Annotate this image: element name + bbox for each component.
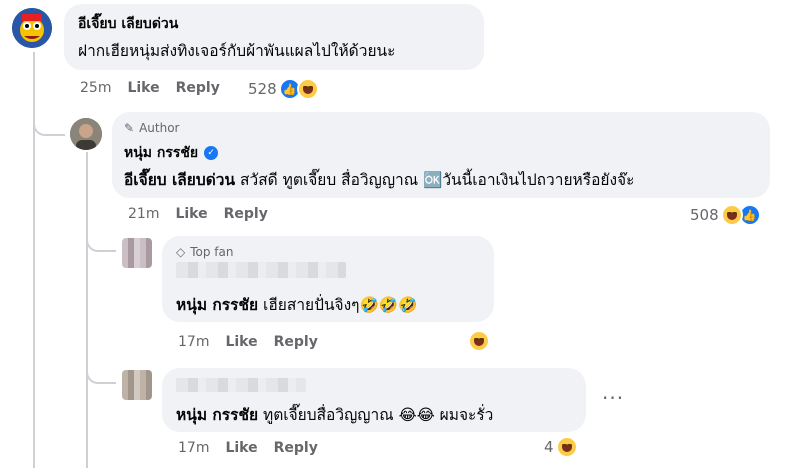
reply-button[interactable]: Reply bbox=[274, 440, 318, 456]
haha-reaction-icon bbox=[720, 204, 743, 226]
like-button[interactable]: Like bbox=[225, 440, 257, 456]
thread-line-reply1 bbox=[86, 152, 88, 468]
more-options-button[interactable]: ··· bbox=[602, 386, 624, 410]
reply-author[interactable]: หนุ่ม กรรชัย bbox=[124, 142, 198, 164]
avatar[interactable] bbox=[12, 8, 52, 48]
reaction-summary[interactable]: 528 👍 bbox=[248, 78, 319, 100]
redacted-name bbox=[176, 378, 306, 392]
haha-reaction-icon bbox=[468, 330, 490, 352]
like-button[interactable]: Like bbox=[175, 206, 207, 222]
blurred-avatar bbox=[122, 370, 152, 400]
comment-actions: 25m Like Reply bbox=[80, 80, 220, 96]
mention-link[interactable]: หนุ่ม กรรชัย bbox=[176, 406, 258, 424]
reply-actions: 17m Like Reply bbox=[178, 440, 318, 456]
reply-body: เฮียสายปั่นจิงๆ🤣🤣🤣 bbox=[263, 296, 418, 314]
cartoon-avatar-icon bbox=[12, 8, 52, 48]
verified-badge-icon: ✓ bbox=[204, 146, 219, 160]
reaction-summary[interactable]: 508 👍 bbox=[690, 204, 761, 226]
pencil-icon: ✎ bbox=[124, 121, 135, 135]
like-button[interactable]: Like bbox=[225, 334, 257, 350]
reaction-count: 528 bbox=[248, 80, 277, 98]
haha-reaction-icon bbox=[555, 436, 578, 458]
comment-bubble: อีเจี๊ยบ เลียบด่วน ฝากเฮียหนุ่มส่งทิงเจอ… bbox=[64, 4, 484, 70]
reply-text: อีเจี๊ยบ เลียบด่วน สวัสดี ทูตเจี๊ยบ สื่อ… bbox=[124, 167, 634, 192]
comment-time[interactable]: 25m bbox=[80, 80, 111, 96]
reply-text: หนุ่ม กรรชัย เฮียสายปั่นจิงๆ🤣🤣🤣 bbox=[176, 292, 417, 317]
avatar[interactable] bbox=[122, 238, 152, 268]
author-badge: ✎ Author bbox=[124, 121, 179, 135]
reply-time[interactable]: 17m bbox=[178, 440, 209, 456]
comment-text: ฝากเฮียหนุ่มส่งทิงเจอร์กับผ้าพันแผลไปให้… bbox=[78, 42, 396, 60]
haha-reaction-icon bbox=[296, 78, 319, 100]
reply-time[interactable]: 17m bbox=[178, 334, 209, 350]
reaction-summary[interactable] bbox=[468, 330, 490, 352]
reply-author-row: หนุ่ม กรรชัย ✓ bbox=[124, 142, 219, 164]
avatar[interactable] bbox=[70, 118, 102, 150]
reply-button[interactable]: Reply bbox=[224, 206, 268, 222]
reply-text: หนุ่ม กรรชัย ทูตเจี๊ยบสื่อวิญญาณ 😂😂 ผมจะ… bbox=[176, 402, 493, 427]
mention-link[interactable]: อีเจี๊ยบ เลียบด่วน bbox=[124, 171, 235, 189]
reply-time[interactable]: 21m bbox=[128, 206, 159, 222]
thread-elbow-reply1 bbox=[33, 110, 65, 136]
reply-button[interactable]: Reply bbox=[274, 334, 318, 350]
reply-button[interactable]: Reply bbox=[176, 80, 220, 96]
reply-body: สวัสดี ทูตเจี๊ยบ สื่อวิญญาณ 🆗วันนี้เอาเง… bbox=[240, 171, 635, 189]
diamond-icon: ◇ bbox=[176, 245, 186, 259]
like-button[interactable]: Like bbox=[127, 80, 159, 96]
reaction-summary[interactable]: 4 bbox=[544, 436, 578, 458]
mention-link[interactable]: หนุ่ม กรรชัย bbox=[176, 296, 258, 314]
reaction-count: 508 bbox=[690, 206, 719, 224]
reply-body: ทูตเจี๊ยบสื่อวิญญาณ 😂😂 ผมจะรั่ว bbox=[263, 406, 494, 424]
redacted-name bbox=[176, 262, 346, 278]
top-fan-label: Top fan bbox=[190, 245, 234, 259]
reply-bubble: ✎ Author หนุ่ม กรรชัย ✓ อีเจี๊ยบ เลียบด่… bbox=[112, 112, 770, 198]
reply-actions: 21m Like Reply bbox=[128, 206, 268, 222]
blurred-avatar bbox=[122, 238, 152, 268]
thread-elbow-reply2 bbox=[86, 228, 116, 252]
reply-bubble: หนุ่ม กรรชัย ทูตเจี๊ยบสื่อวิญญาณ 😂😂 ผมจะ… bbox=[162, 368, 586, 432]
top-fan-badge: ◇ Top fan bbox=[176, 245, 233, 259]
reaction-count: 4 bbox=[544, 438, 554, 456]
thread-elbow-reply3 bbox=[86, 360, 116, 384]
person-photo-icon bbox=[70, 118, 102, 150]
reply-actions: 17m Like Reply bbox=[178, 334, 318, 350]
reply-bubble: ◇ Top fan หนุ่ม กรรชัย เฮียสายปั่นจิงๆ🤣🤣… bbox=[162, 236, 494, 322]
comment-author[interactable]: อีเจี๊ยบ เลียบด่วน bbox=[78, 13, 178, 35]
avatar[interactable] bbox=[122, 370, 152, 400]
author-badge-label: Author bbox=[139, 121, 180, 135]
